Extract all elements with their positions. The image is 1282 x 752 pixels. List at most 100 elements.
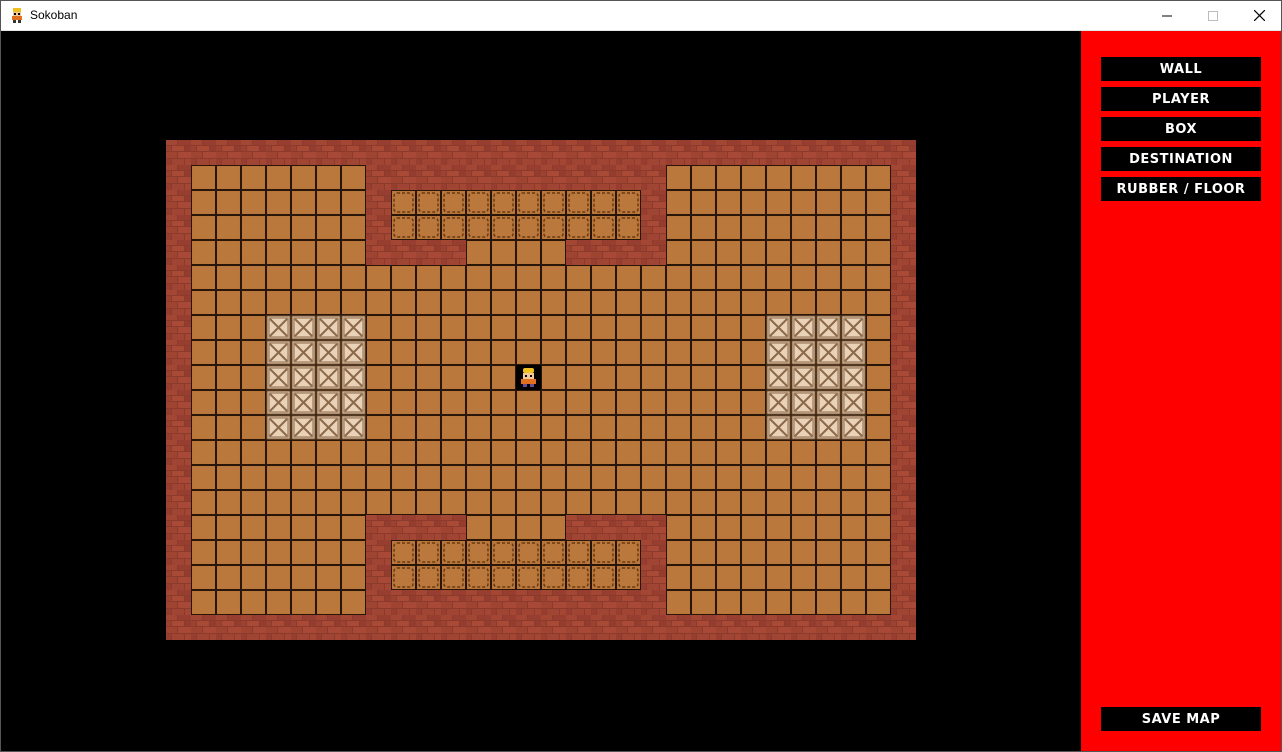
floor-tile[interactable]	[716, 440, 741, 465]
floor-tile[interactable]	[691, 415, 716, 440]
floor-tile[interactable]	[741, 440, 766, 465]
destination-tile[interactable]	[416, 215, 441, 240]
floor-tile[interactable]	[716, 390, 741, 415]
destination-tile[interactable]	[491, 190, 516, 215]
floor-tile[interactable]	[766, 240, 791, 265]
wall-tile[interactable]	[616, 140, 641, 165]
box-tile[interactable]	[291, 390, 316, 415]
wall-tile[interactable]	[591, 240, 616, 265]
wall-tile[interactable]	[341, 615, 366, 640]
floor-tile[interactable]	[641, 390, 666, 415]
box-tile[interactable]	[266, 365, 291, 390]
floor-tile[interactable]	[291, 290, 316, 315]
wall-tile[interactable]	[891, 590, 916, 615]
floor-tile[interactable]	[466, 365, 491, 390]
wall-tile[interactable]	[166, 540, 191, 565]
floor-tile[interactable]	[691, 190, 716, 215]
box-tile[interactable]	[841, 415, 866, 440]
box-tile[interactable]	[791, 390, 816, 415]
destination-tile[interactable]	[416, 190, 441, 215]
floor-tile[interactable]	[866, 540, 891, 565]
wall-tool-button[interactable]: WALL	[1101, 57, 1261, 81]
wall-tile[interactable]	[391, 515, 416, 540]
floor-tile[interactable]	[691, 440, 716, 465]
floor-tile[interactable]	[316, 215, 341, 240]
wall-tile[interactable]	[891, 265, 916, 290]
floor-tile[interactable]	[591, 315, 616, 340]
box-tile[interactable]	[841, 340, 866, 365]
floor-tile[interactable]	[666, 190, 691, 215]
floor-tile[interactable]	[441, 465, 466, 490]
wall-tile[interactable]	[516, 140, 541, 165]
destination-tile[interactable]	[591, 540, 616, 565]
wall-tile[interactable]	[691, 140, 716, 165]
floor-tile[interactable]	[741, 465, 766, 490]
floor-tile[interactable]	[216, 290, 241, 315]
box-tile[interactable]	[791, 315, 816, 340]
floor-tile[interactable]	[441, 315, 466, 340]
floor-tile[interactable]	[716, 515, 741, 540]
floor-tile[interactable]	[691, 590, 716, 615]
floor-tile[interactable]	[341, 215, 366, 240]
floor-tile[interactable]	[766, 465, 791, 490]
wall-tile[interactable]	[891, 615, 916, 640]
wall-tile[interactable]	[391, 165, 416, 190]
floor-tile[interactable]	[491, 365, 516, 390]
floor-tile[interactable]	[766, 165, 791, 190]
player-tile[interactable]	[516, 365, 541, 390]
floor-tile[interactable]	[641, 265, 666, 290]
floor-tile[interactable]	[866, 465, 891, 490]
box-tile[interactable]	[816, 415, 841, 440]
destination-tile[interactable]	[466, 215, 491, 240]
floor-tile[interactable]	[291, 515, 316, 540]
floor-tile[interactable]	[541, 315, 566, 340]
floor-tile[interactable]	[216, 440, 241, 465]
wall-tile[interactable]	[166, 615, 191, 640]
wall-tile[interactable]	[216, 615, 241, 640]
wall-tile[interactable]	[766, 615, 791, 640]
floor-tile[interactable]	[366, 415, 391, 440]
floor-tile[interactable]	[241, 465, 266, 490]
floor-tile[interactable]	[791, 490, 816, 515]
wall-tile[interactable]	[616, 240, 641, 265]
floor-tile[interactable]	[591, 340, 616, 365]
floor-tile[interactable]	[691, 515, 716, 540]
floor-tile[interactable]	[816, 590, 841, 615]
floor-tile[interactable]	[216, 190, 241, 215]
floor-tile[interactable]	[191, 515, 216, 540]
floor-tile[interactable]	[466, 390, 491, 415]
minimize-button[interactable]	[1144, 0, 1190, 31]
wall-tile[interactable]	[366, 565, 391, 590]
game-canvas[interactable]	[1, 31, 1081, 751]
floor-tile[interactable]	[491, 415, 516, 440]
wall-tile[interactable]	[616, 615, 641, 640]
floor-tile[interactable]	[341, 165, 366, 190]
sokoban-board[interactable]	[166, 140, 916, 640]
floor-tile[interactable]	[216, 390, 241, 415]
floor-tile[interactable]	[716, 340, 741, 365]
wall-tile[interactable]	[166, 415, 191, 440]
floor-tile[interactable]	[741, 540, 766, 565]
destination-tile[interactable]	[491, 565, 516, 590]
floor-tile[interactable]	[466, 490, 491, 515]
wall-tile[interactable]	[416, 140, 441, 165]
floor-tile[interactable]	[266, 190, 291, 215]
floor-tile[interactable]	[741, 340, 766, 365]
floor-tile[interactable]	[741, 565, 766, 590]
box-tile[interactable]	[291, 315, 316, 340]
floor-tile[interactable]	[741, 390, 766, 415]
floor-tile[interactable]	[766, 515, 791, 540]
floor-tile[interactable]	[741, 190, 766, 215]
wall-tile[interactable]	[541, 165, 566, 190]
floor-tile[interactable]	[341, 540, 366, 565]
floor-tile[interactable]	[291, 215, 316, 240]
wall-tile[interactable]	[341, 140, 366, 165]
floor-tile[interactable]	[591, 440, 616, 465]
floor-tile[interactable]	[691, 165, 716, 190]
floor-tile[interactable]	[391, 490, 416, 515]
box-tile[interactable]	[316, 315, 341, 340]
box-tile[interactable]	[791, 415, 816, 440]
floor-tile[interactable]	[866, 565, 891, 590]
wall-tile[interactable]	[616, 590, 641, 615]
floor-tile[interactable]	[691, 240, 716, 265]
